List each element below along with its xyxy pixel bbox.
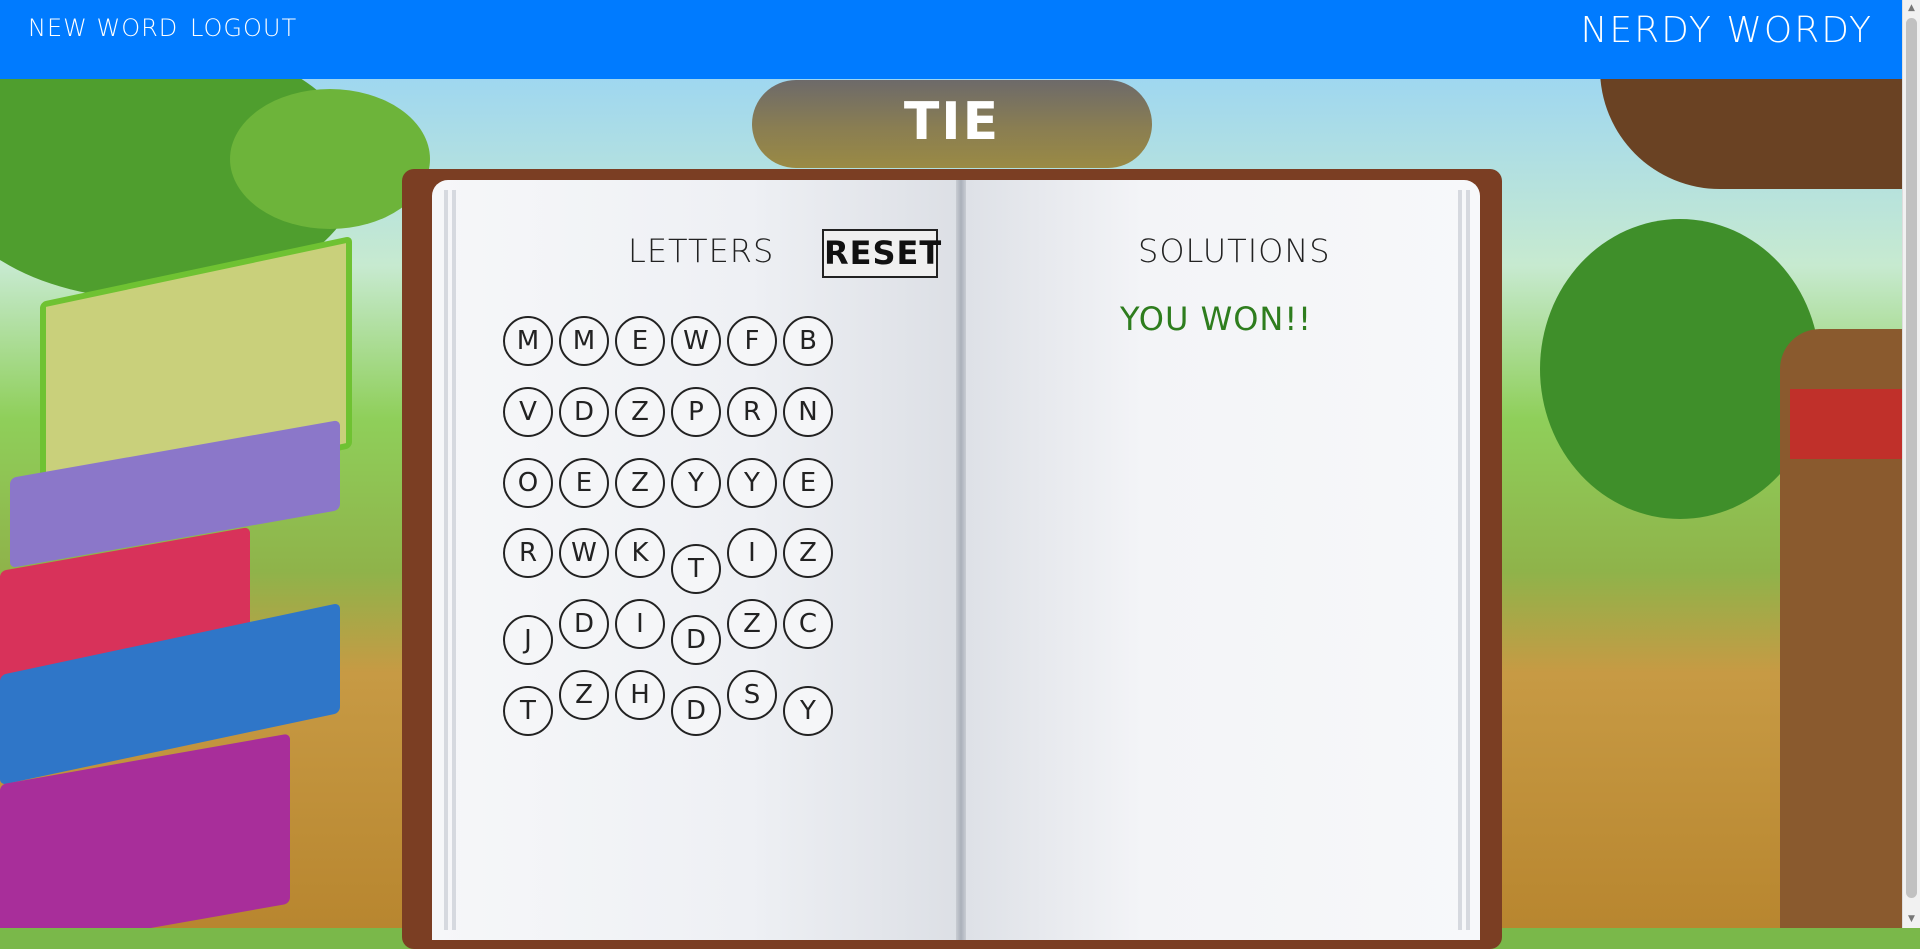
letter-tile[interactable]: E	[615, 316, 665, 366]
left-page-edge-inner	[452, 190, 456, 930]
brand-logo[interactable]: NERDY WORDY	[1580, 10, 1873, 51]
letter-tile[interactable]: Z	[783, 528, 833, 578]
right-page	[960, 180, 1480, 940]
letter-tile[interactable]: W	[559, 528, 609, 578]
letter-tile[interactable]: P	[671, 387, 721, 437]
page-scrollbar[interactable]: ▲ ▼	[1902, 0, 1920, 928]
letter-tile[interactable]: V	[503, 387, 553, 437]
bush-left-small	[230, 89, 430, 229]
book-spine	[956, 180, 966, 940]
solutions-heading: SOLUTIONS	[1138, 232, 1331, 270]
letter-tile[interactable]: Y	[783, 686, 833, 736]
solutions-message: YOU WON!!	[1120, 300, 1312, 338]
letter-tile[interactable]: B	[783, 316, 833, 366]
letter-tile[interactable]: J	[503, 615, 553, 665]
letter-tile[interactable]: N	[783, 387, 833, 437]
logout-link[interactable]: LOGOUT	[190, 14, 297, 42]
letter-tile[interactable]: Z	[559, 670, 609, 720]
letter-tile[interactable]: T	[671, 544, 721, 594]
navbar: NEW WORD LOGOUT NERDY WORDY	[0, 0, 1903, 79]
letter-tile[interactable]: K	[615, 528, 665, 578]
letter-tile[interactable]: Z	[615, 387, 665, 437]
letters-heading: LETTERS	[628, 232, 775, 270]
letter-tile[interactable]: Y	[727, 458, 777, 508]
status-text: TIE	[903, 92, 1001, 152]
letter-tile[interactable]: E	[783, 458, 833, 508]
status-banner: TIE	[752, 80, 1152, 168]
letter-tile[interactable]: D	[559, 599, 609, 649]
letter-tile[interactable]: R	[727, 387, 777, 437]
letter-tile[interactable]: H	[615, 670, 665, 720]
right-page-edge-inner	[1466, 190, 1470, 930]
letter-tile[interactable]: D	[671, 686, 721, 736]
new-word-link[interactable]: NEW WORD	[28, 14, 178, 42]
letter-tile[interactable]: M	[503, 316, 553, 366]
tree-branch	[1600, 79, 1903, 189]
letter-tile[interactable]: M	[559, 316, 609, 366]
stump-band	[1790, 389, 1903, 459]
right-page-edge	[1458, 190, 1462, 930]
letter-tile[interactable]: T	[503, 686, 553, 736]
letter-tile[interactable]: O	[503, 458, 553, 508]
letter-tile[interactable]: Y	[671, 458, 721, 508]
scroll-down-icon[interactable]: ▼	[1903, 911, 1920, 928]
letter-tile[interactable]: S	[727, 670, 777, 720]
letter-tile[interactable]: I	[727, 528, 777, 578]
reset-button[interactable]: RESET	[822, 229, 941, 278]
letter-tile[interactable]: F	[727, 316, 777, 366]
letter-tile[interactable]: D	[671, 615, 721, 665]
letter-tile[interactable]: Z	[727, 599, 777, 649]
scroll-thumb[interactable]	[1906, 18, 1917, 898]
letter-tile[interactable]: R	[503, 528, 553, 578]
scroll-up-icon[interactable]: ▲	[1903, 0, 1920, 17]
letter-tile[interactable]: W	[671, 316, 721, 366]
letter-tile[interactable]: C	[783, 599, 833, 649]
letter-tile[interactable]: I	[615, 599, 665, 649]
bush-right	[1540, 219, 1820, 519]
letter-tile[interactable]: D	[559, 387, 609, 437]
letter-tile[interactable]: E	[559, 458, 609, 508]
left-page-edge	[444, 190, 448, 930]
letter-tile[interactable]: Z	[615, 458, 665, 508]
